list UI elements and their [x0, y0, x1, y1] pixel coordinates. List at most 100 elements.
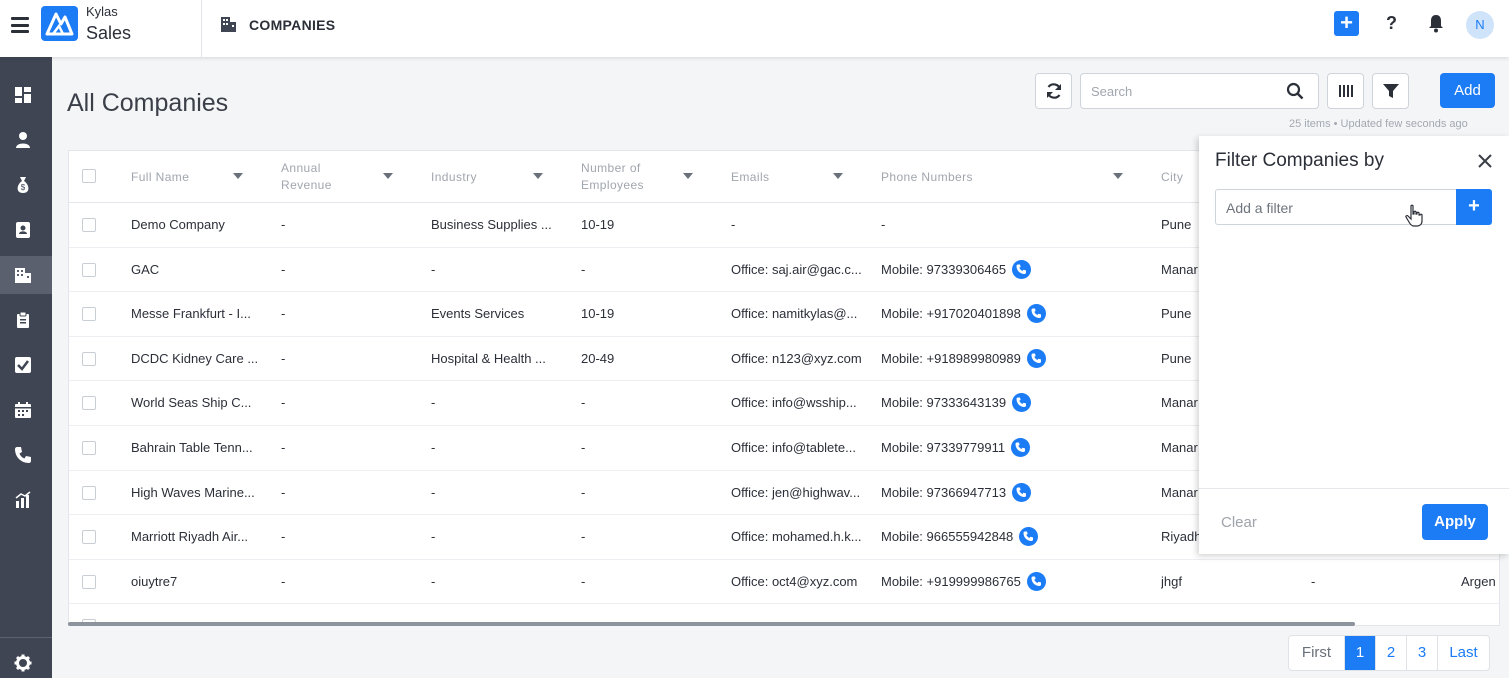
clear-filter-button[interactable]: Clear	[1221, 514, 1257, 531]
search-icon[interactable]	[1286, 82, 1304, 100]
page-first-button[interactable]: First	[1289, 636, 1345, 670]
cell-full-name[interactable]: High Waves Marine...	[131, 471, 259, 515]
call-icon[interactable]	[1012, 482, 1032, 502]
cell-email[interactable]: Office: saj.air@gac.c...	[731, 248, 871, 292]
cell-phone: Mobile: 97339779911	[881, 426, 1151, 470]
refresh-button[interactable]	[1035, 73, 1072, 109]
sidebar-item-tasks[interactable]	[0, 346, 52, 384]
cell-email[interactable]: Office: mohamed.h.k...	[731, 515, 871, 559]
row-checkbox[interactable]	[82, 396, 96, 411]
cell-industry: Events Services	[431, 306, 525, 322]
quick-add-button[interactable]: +	[1334, 11, 1359, 36]
sidebar-item-reports[interactable]	[0, 481, 52, 519]
task-check-icon	[15, 357, 31, 373]
column-header-annual-revenue[interactable]: Annual Revenue	[281, 151, 393, 203]
sidebar-item-dashboard[interactable]	[0, 76, 52, 114]
column-header-phone-numbers[interactable]: Phone Numbers	[881, 151, 1131, 203]
dashboard-icon	[15, 87, 31, 103]
cell-phone: Mobile: 97366947713	[881, 471, 1151, 515]
cell-full-name[interactable]: DCDC Kidney Care ...	[131, 337, 259, 381]
call-icon[interactable]	[1012, 259, 1032, 279]
cell-email[interactable]: Office: info@tablete...	[731, 426, 871, 470]
sort-caret-icon[interactable]	[833, 173, 843, 179]
cell-full-name[interactable]: oiuytre7	[131, 560, 259, 604]
sort-caret-icon[interactable]	[683, 173, 693, 179]
column-header-emails[interactable]: Emails	[731, 151, 851, 203]
close-icon[interactable]	[1476, 152, 1494, 170]
call-icon[interactable]	[1012, 393, 1032, 413]
cell-full-name[interactable]: Demo Company	[131, 203, 259, 247]
cell-email[interactable]: Office: namitkylas@...	[731, 292, 871, 336]
cell-email[interactable]: Office: oct4@xyz.com	[731, 560, 871, 604]
row-checkbox[interactable]	[82, 262, 96, 277]
row-checkbox[interactable]	[82, 441, 96, 455]
cell-extra: Argen	[1461, 573, 1496, 589]
cell-email[interactable]: -	[731, 203, 871, 247]
column-header-industry[interactable]: Industry	[431, 151, 551, 203]
add-filter-input[interactable]	[1226, 199, 1426, 217]
horizontal-scrollbar[interactable]	[68, 622, 1355, 626]
cell-employees: 10-19	[581, 217, 615, 232]
cell-email[interactable]: Office: info@wsship...	[731, 381, 871, 425]
cell-full-name[interactable]: GAC	[131, 248, 259, 292]
column-header-employees[interactable]: Number of Employees	[581, 151, 693, 203]
sidebar-item-deals[interactable]: $	[0, 166, 52, 204]
companies-icon	[221, 17, 236, 32]
brand-name: Kylas	[86, 4, 118, 19]
sort-caret-icon[interactable]	[533, 173, 543, 179]
page-2-button[interactable]: 2	[1376, 636, 1407, 670]
phone-icon	[15, 447, 31, 463]
page-3-button[interactable]: 3	[1407, 636, 1438, 670]
row-checkbox[interactable]	[82, 218, 96, 232]
page-last-button[interactable]: Last	[1438, 636, 1489, 670]
cell-industry: -	[431, 484, 436, 500]
row-checkbox[interactable]	[82, 351, 96, 366]
row-checkbox[interactable]	[82, 485, 96, 500]
row-checkbox[interactable]	[82, 530, 96, 545]
notification-bell-icon[interactable]	[1427, 13, 1445, 33]
call-icon[interactable]	[1026, 304, 1046, 324]
sort-caret-icon[interactable]	[1113, 173, 1123, 179]
cell-full-name[interactable]: World Seas Ship C...	[131, 381, 259, 425]
cell-full-name[interactable]: Bahrain Table Tenn...	[131, 426, 259, 470]
column-header-full-name[interactable]: Full Name	[131, 151, 251, 203]
add-company-button[interactable]: Add	[1440, 73, 1495, 108]
cell-email[interactable]: Office: jen@highwav...	[731, 471, 871, 515]
sidebar-item-contacts[interactable]	[0, 121, 52, 159]
search-input[interactable]	[1091, 82, 1281, 100]
help-icon[interactable]: ?	[1386, 13, 1397, 34]
sidebar-item-meetings[interactable]	[0, 391, 52, 429]
sidebar-item-companies[interactable]	[0, 256, 52, 294]
columns-button[interactable]	[1327, 73, 1364, 109]
row-checkbox[interactable]	[82, 307, 96, 322]
add-filter-button[interactable]: +	[1456, 189, 1492, 225]
kylas-logo-icon[interactable]	[41, 6, 78, 41]
call-icon[interactable]	[1026, 571, 1046, 591]
page-1-button[interactable]: 1	[1345, 636, 1376, 670]
call-icon[interactable]	[1019, 527, 1039, 547]
row-checkbox[interactable]	[82, 574, 96, 589]
sidebar-item-settings[interactable]	[0, 644, 52, 678]
cell-full-name[interactable]: Messe Frankfurt - I...	[131, 292, 259, 336]
sidebar-item-quotes[interactable]	[0, 301, 52, 339]
user-avatar[interactable]: N	[1466, 11, 1494, 39]
sidebar-item-calls[interactable]	[0, 436, 52, 474]
sort-caret-icon[interactable]	[233, 173, 243, 179]
select-all-checkbox[interactable]	[82, 169, 96, 183]
search-box	[1080, 73, 1319, 109]
hamburger-menu-icon[interactable]	[11, 17, 29, 33]
cell-annual-revenue: -	[281, 573, 286, 589]
sort-caret-icon[interactable]	[383, 173, 393, 179]
apply-filter-button[interactable]: Apply	[1422, 504, 1488, 540]
items-count-status: 25 items • Updated few seconds ago	[1289, 118, 1468, 130]
sidebar-item-leads[interactable]	[0, 211, 52, 249]
cell-full-name[interactable]: Marriott Riyadh Air...	[131, 515, 259, 559]
filter-button[interactable]	[1372, 73, 1409, 109]
cell-employees: -	[581, 261, 586, 277]
cell-phone: Mobile: +919999986765	[881, 560, 1151, 604]
cell-email[interactable]: Office: n123@xyz.com	[731, 337, 871, 381]
companies-icon	[15, 268, 31, 283]
call-icon[interactable]	[1011, 438, 1031, 458]
call-icon[interactable]	[1026, 348, 1046, 368]
table-row[interactable]: oiuytre7 - - - Office: oct4@xyz.com Mobile: +…	[69, 560, 1499, 605]
